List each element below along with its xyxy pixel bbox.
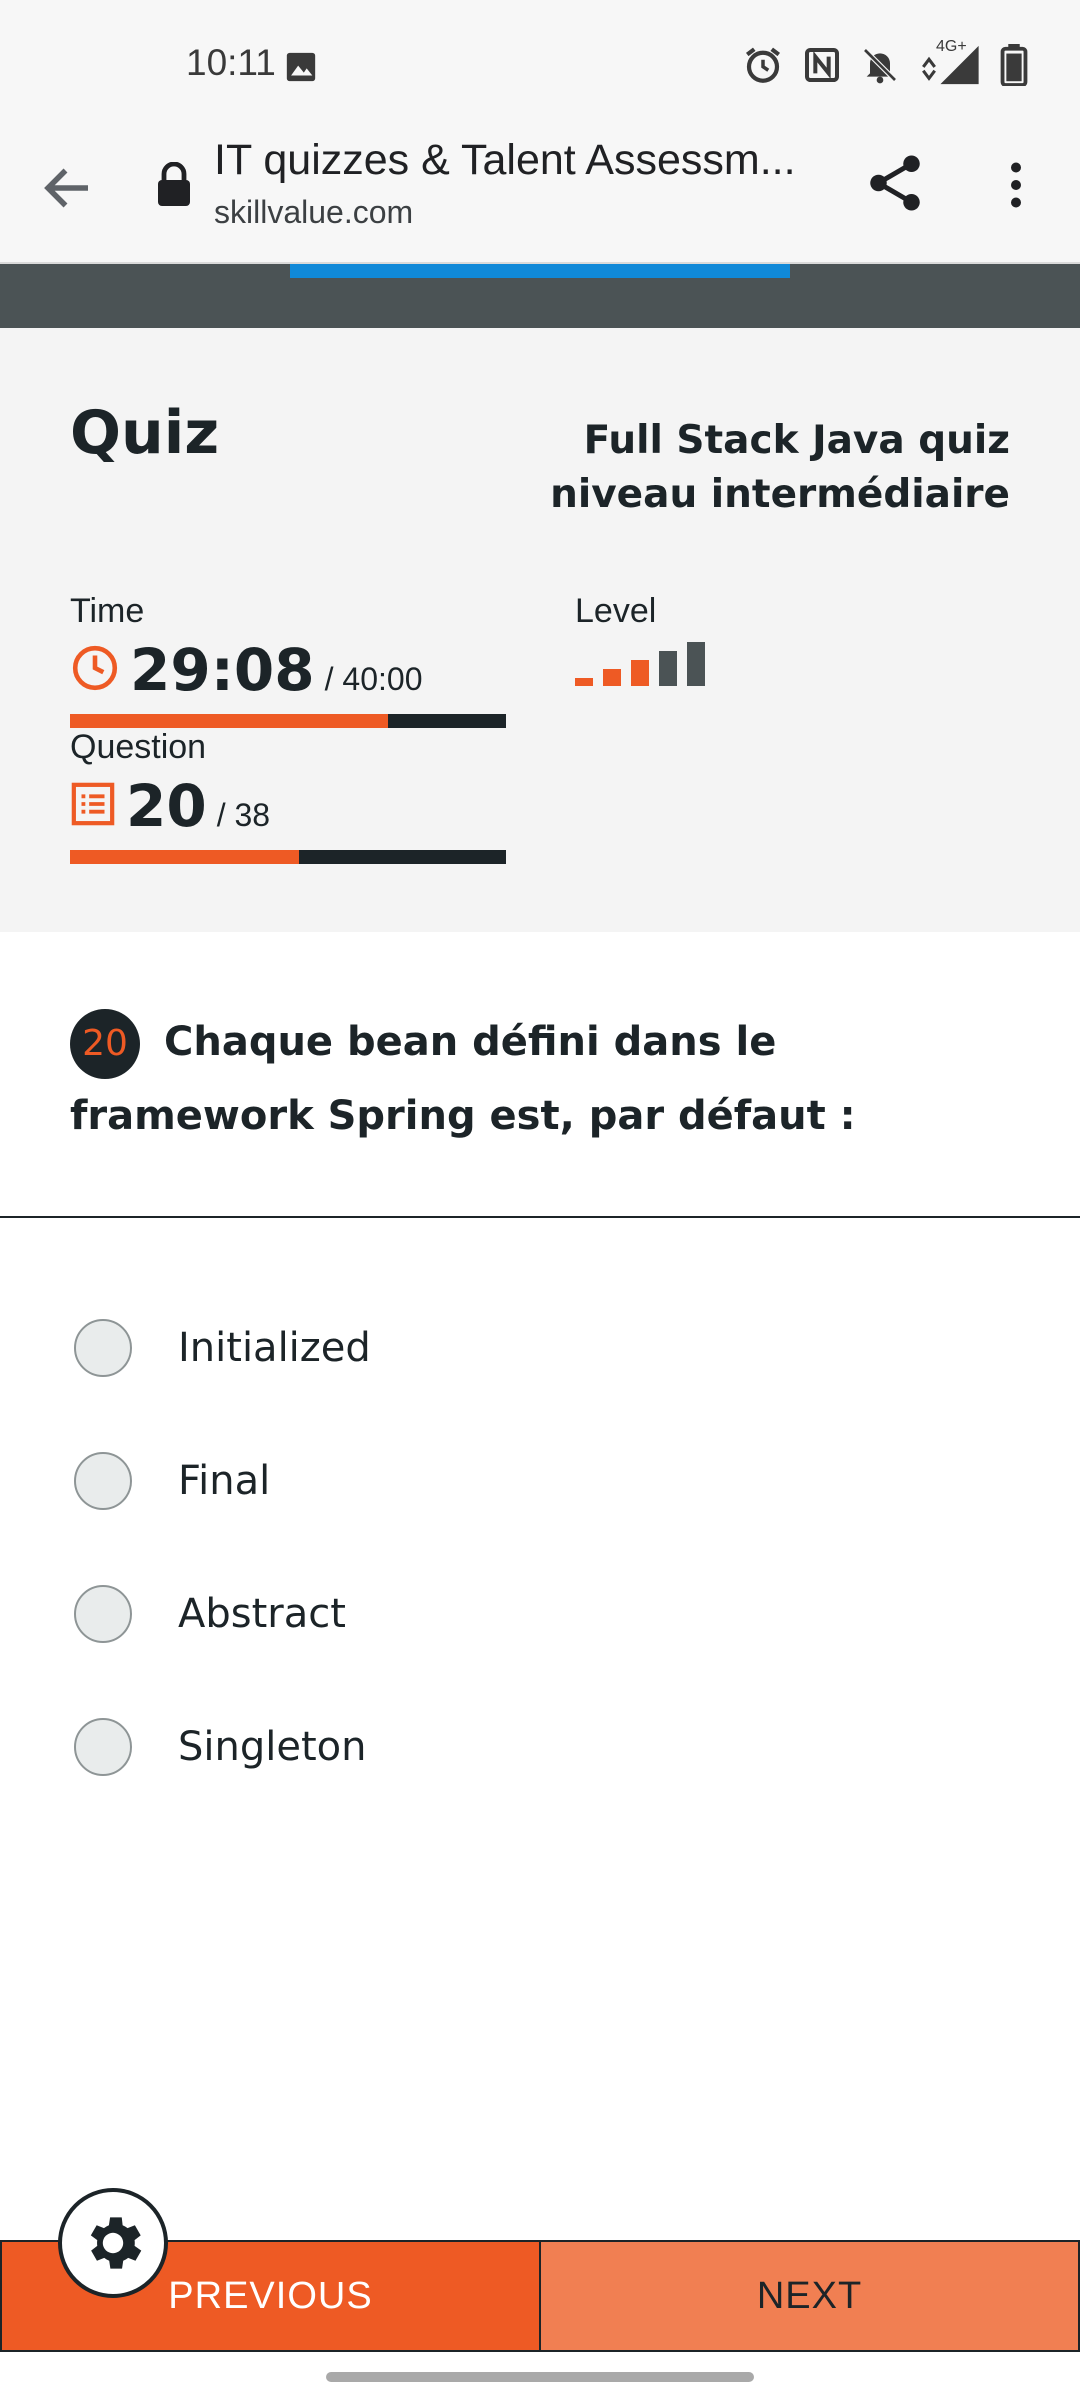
time-label: Time (70, 592, 145, 630)
nfc-icon (802, 45, 842, 90)
more-options-button[interactable] (986, 152, 1046, 218)
level-label: Level (575, 592, 657, 630)
page-url[interactable]: skillvalue.com (214, 194, 413, 231)
level-bar (603, 669, 621, 686)
image-icon (284, 50, 318, 89)
question-progress-fill (70, 850, 300, 864)
radio-button[interactable] (74, 1319, 132, 1377)
next-button[interactable]: NEXT (540, 2240, 1080, 2352)
option-label[interactable]: Abstract (178, 1591, 346, 1637)
question-label: Question (70, 728, 207, 766)
level-bar (631, 660, 649, 686)
clock-icon (70, 643, 120, 698)
question-total: / 38 (216, 797, 271, 833)
status-icons: 4G+ (742, 38, 1028, 91)
radio-button[interactable] (74, 1452, 132, 1510)
page-progress-accent (290, 264, 790, 278)
more-vert-icon (1011, 162, 1021, 208)
share-icon (870, 155, 920, 211)
quiz-heading: Quiz (70, 398, 220, 468)
bell-off-icon (860, 45, 900, 90)
level-indicator (575, 640, 715, 686)
option-abstract[interactable]: Abstract (74, 1574, 974, 1654)
option-label[interactable]: Final (178, 1458, 270, 1504)
list-icon (70, 781, 116, 832)
level-bar (575, 678, 593, 686)
quiz-header-panel: Quiz Full Stack Java quiz niveau intermé… (0, 328, 1080, 932)
network-4g-icon: 4G+ (918, 38, 982, 91)
option-initialized[interactable]: Initialized (74, 1308, 974, 1388)
option-singleton[interactable]: Singleton (74, 1707, 974, 1787)
option-label[interactable]: Singleton (178, 1724, 366, 1770)
time-progress-fill (70, 714, 389, 728)
browser-toolbar: IT quizzes & Talent Assessm... skillvalu… (0, 130, 1080, 264)
status-bar: 10:11 4G+ (0, 0, 1080, 130)
radio-button[interactable] (74, 1585, 132, 1643)
lock-icon (156, 161, 192, 211)
question-current: 20 (126, 772, 207, 840)
network-label: 4G+ (936, 38, 967, 55)
option-final[interactable]: Final (74, 1441, 974, 1521)
question: 20 Chaque bean défini dans le framework S… (70, 1005, 1030, 1153)
divider (0, 1216, 1080, 1218)
page-title[interactable]: IT quizzes & Talent Assessm... (214, 136, 814, 185)
question-counter: 20 / 38 (70, 772, 270, 840)
battery-icon (1000, 44, 1028, 91)
radio-button[interactable] (74, 1718, 132, 1776)
back-arrow-icon (44, 168, 88, 208)
gear-icon (90, 2217, 142, 2269)
timer: 29:08 / 40:00 (70, 636, 422, 704)
time-progress-bar (70, 714, 506, 728)
status-time: 10:11 (186, 42, 276, 83)
question-progress-bar (70, 850, 506, 864)
question-text: Chaque bean défini dans le framework Spr… (70, 1019, 856, 1139)
question-number-badge: 20 (70, 1009, 140, 1079)
back-button[interactable] (38, 158, 98, 218)
time-total: / 40:00 (324, 661, 423, 697)
level-bar (659, 651, 677, 686)
alarm-icon (742, 44, 784, 91)
home-indicator[interactable] (326, 2372, 754, 2382)
option-label[interactable]: Initialized (178, 1325, 371, 1371)
level-bar (687, 642, 705, 686)
time-elapsed: 29:08 (130, 636, 315, 704)
quiz-name: Full Stack Java quiz niveau intermédiair… (550, 418, 1010, 517)
settings-button[interactable] (58, 2188, 168, 2298)
share-button[interactable] (862, 150, 928, 216)
